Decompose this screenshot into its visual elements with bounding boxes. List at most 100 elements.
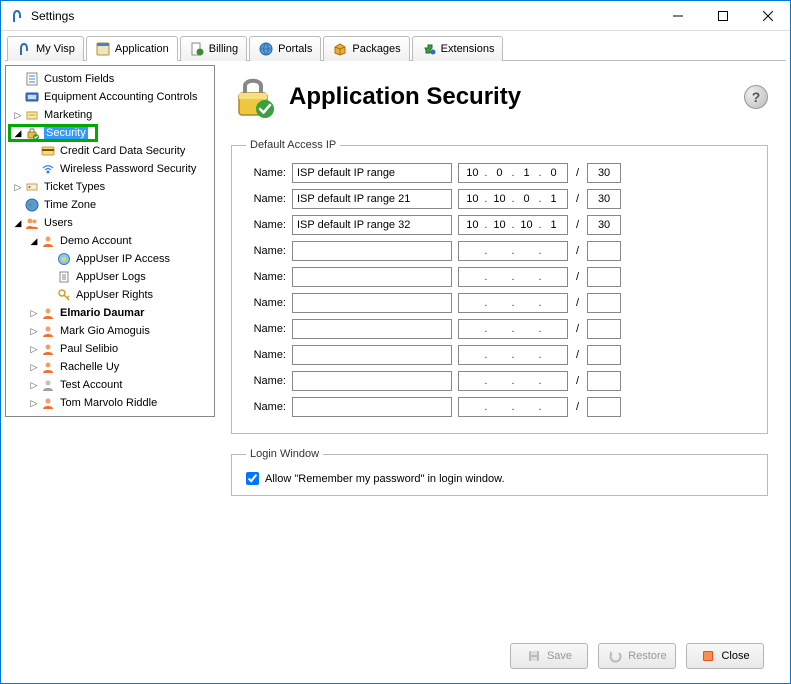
- ip-octet-input[interactable]: [489, 167, 509, 179]
- ip-address-input[interactable]: ...: [458, 241, 568, 261]
- ip-octet-input[interactable]: [544, 375, 564, 387]
- minimize-button[interactable]: [655, 1, 700, 30]
- ip-octet-input[interactable]: [544, 323, 564, 335]
- ip-octet-input[interactable]: [462, 219, 482, 231]
- tab-my-visp[interactable]: My Visp: [7, 36, 84, 61]
- close-button[interactable]: Close: [686, 643, 764, 669]
- ip-octet-input[interactable]: [544, 401, 564, 413]
- tree-item-marketing[interactable]: ▷ Marketing: [6, 106, 214, 124]
- expand-arrow-icon[interactable]: ▷: [28, 326, 40, 337]
- ip-octet-input[interactable]: [489, 297, 509, 309]
- ip-octet-input[interactable]: [489, 245, 509, 257]
- tree-item-time-zone[interactable]: Time Zone: [6, 196, 214, 214]
- tab-billing[interactable]: Billing: [180, 36, 247, 61]
- tree-item-users[interactable]: ◢ Users: [6, 214, 214, 232]
- name-input[interactable]: [292, 215, 452, 235]
- tree-item-user[interactable]: ▷ Paul Selibio: [6, 340, 214, 358]
- expand-arrow-icon[interactable]: ▷: [28, 362, 40, 373]
- mask-input[interactable]: [587, 397, 621, 417]
- ip-address-input[interactable]: ...: [458, 293, 568, 313]
- mask-input[interactable]: [587, 215, 621, 235]
- tree-item-appuser-logs[interactable]: AppUser Logs: [6, 268, 214, 286]
- mask-input[interactable]: [587, 241, 621, 261]
- mask-input[interactable]: [587, 163, 621, 183]
- ip-address-input[interactable]: ...: [458, 319, 568, 339]
- ip-octet-input[interactable]: [489, 323, 509, 335]
- name-input[interactable]: [292, 319, 452, 339]
- expand-arrow-icon[interactable]: ▷: [28, 398, 40, 409]
- ip-octet-input[interactable]: [489, 401, 509, 413]
- ip-octet-input[interactable]: [517, 297, 537, 309]
- ip-octet-input[interactable]: [544, 297, 564, 309]
- ip-octet-input[interactable]: [544, 219, 564, 231]
- tree-item-user[interactable]: ▷ Rachelle Uy: [6, 358, 214, 376]
- ip-octet-input[interactable]: [517, 245, 537, 257]
- ip-octet-input[interactable]: [517, 401, 537, 413]
- ip-octet-input[interactable]: [462, 323, 482, 335]
- name-input[interactable]: [292, 189, 452, 209]
- mask-input[interactable]: [587, 293, 621, 313]
- tree-item-user[interactable]: ▷ Mark Gio Amoguis: [6, 322, 214, 340]
- help-button[interactable]: ?: [744, 85, 768, 109]
- tree-item-user[interactable]: ▷ Test Account: [6, 376, 214, 394]
- save-button[interactable]: Save: [510, 643, 588, 669]
- name-input[interactable]: [292, 371, 452, 391]
- expand-arrow-icon[interactable]: ▷: [28, 308, 40, 319]
- expand-arrow-icon[interactable]: ▷: [12, 110, 24, 121]
- name-input[interactable]: [292, 267, 452, 287]
- ip-octet-input[interactable]: [489, 219, 509, 231]
- tree-item-demo-account[interactable]: ◢ Demo Account: [6, 232, 214, 250]
- tree-item-ticket-types[interactable]: ▷ Ticket Types: [6, 178, 214, 196]
- ip-octet-input[interactable]: [489, 375, 509, 387]
- mask-input[interactable]: [587, 319, 621, 339]
- ip-octet-input[interactable]: [462, 297, 482, 309]
- name-input[interactable]: [292, 241, 452, 261]
- remember-password-checkbox[interactable]: [246, 472, 259, 485]
- ip-octet-input[interactable]: [462, 271, 482, 283]
- collapse-arrow-icon[interactable]: ◢: [12, 218, 24, 229]
- tree-item-equipment[interactable]: Equipment Accounting Controls: [6, 88, 214, 106]
- ip-octet-input[interactable]: [517, 323, 537, 335]
- ip-octet-input[interactable]: [462, 167, 482, 179]
- tree-item-custom-fields[interactable]: Custom Fields: [6, 70, 214, 88]
- tree-item-wifi-security[interactable]: Wireless Password Security: [6, 160, 214, 178]
- ip-octet-input[interactable]: [517, 219, 537, 231]
- tree-item-user[interactable]: ▷ Elmario Daumar: [6, 304, 214, 322]
- ip-octet-input[interactable]: [462, 193, 482, 205]
- ip-octet-input[interactable]: [517, 375, 537, 387]
- tab-extensions[interactable]: Extensions: [412, 36, 504, 61]
- name-input[interactable]: [292, 397, 452, 417]
- checkbox-label[interactable]: Allow "Remember my password" in login wi…: [265, 473, 505, 485]
- ip-octet-input[interactable]: [489, 193, 509, 205]
- tree-item-cc-security[interactable]: Credit Card Data Security: [6, 142, 214, 160]
- ip-octet-input[interactable]: [544, 245, 564, 257]
- tree-item-appuser-rights[interactable]: AppUser Rights: [6, 286, 214, 304]
- restore-button[interactable]: Restore: [598, 643, 676, 669]
- mask-input[interactable]: [587, 345, 621, 365]
- expand-arrow-icon[interactable]: ▷: [28, 380, 40, 391]
- ip-address-input[interactable]: ...: [458, 397, 568, 417]
- tree-item-user[interactable]: ▷ Tom Marvolo Riddle: [6, 394, 214, 412]
- maximize-button[interactable]: [700, 1, 745, 30]
- ip-address-input[interactable]: ...: [458, 345, 568, 365]
- mask-input[interactable]: [587, 371, 621, 391]
- ip-octet-input[interactable]: [462, 401, 482, 413]
- ip-octet-input[interactable]: [489, 349, 509, 361]
- tab-packages[interactable]: Packages: [323, 36, 409, 61]
- tab-portals[interactable]: Portals: [249, 36, 321, 61]
- navigation-tree[interactable]: Custom Fields Equipment Accounting Contr…: [5, 65, 215, 417]
- ip-octet-input[interactable]: [517, 193, 537, 205]
- mask-input[interactable]: [587, 189, 621, 209]
- expand-arrow-icon[interactable]: ▷: [28, 344, 40, 355]
- ip-octet-input[interactable]: [462, 245, 482, 257]
- tab-application[interactable]: Application: [86, 36, 178, 61]
- close-window-button[interactable]: [745, 1, 790, 30]
- ip-octet-input[interactable]: [544, 167, 564, 179]
- ip-address-input[interactable]: ...: [458, 267, 568, 287]
- tree-item-security[interactable]: ◢ Security: [6, 124, 214, 142]
- collapse-arrow-icon[interactable]: ◢: [28, 236, 40, 247]
- ip-octet-input[interactable]: [544, 349, 564, 361]
- ip-octet-input[interactable]: [462, 375, 482, 387]
- collapse-arrow-icon[interactable]: ◢: [12, 128, 24, 139]
- ip-octet-input[interactable]: [489, 271, 509, 283]
